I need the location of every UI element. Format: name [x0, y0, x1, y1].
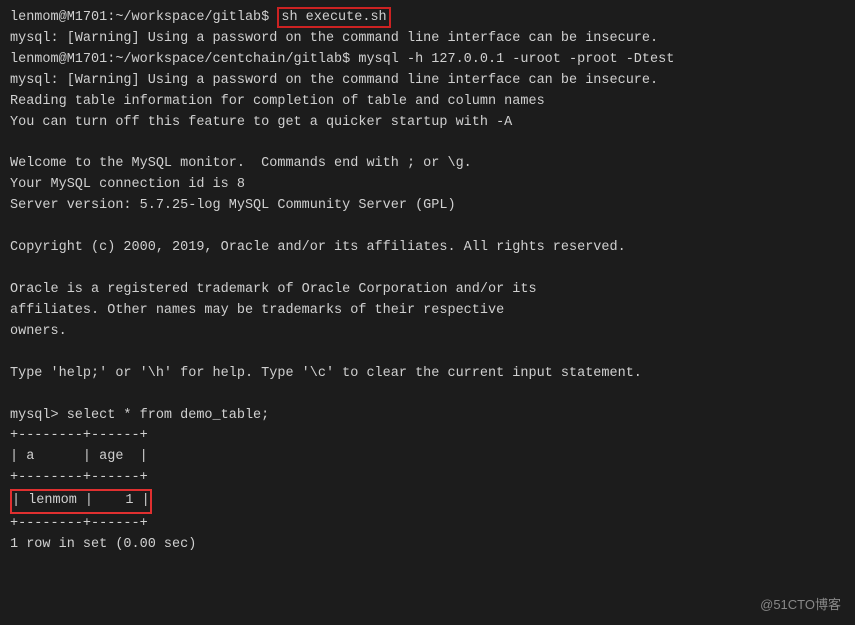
terminal-line-15: affiliates. Other names may be trademark… — [10, 301, 845, 322]
terminal-line-5: Reading table information for completion… — [10, 92, 845, 113]
terminal-line-10: Server version: 5.7.25-log MySQL Communi… — [10, 196, 845, 217]
terminal-line-25: +--------+------+ — [10, 514, 845, 535]
prompt-1: lenmom@M1701:~/workspace/gitlab$ — [10, 10, 277, 25]
terminal-line-12: Copyright (c) 2000, 2019, Oracle and/or … — [10, 238, 845, 259]
terminal-line-1: lenmom@M1701:~/workspace/gitlab$ sh exec… — [10, 8, 845, 29]
terminal-line-9: Your MySQL connection id is 8 — [10, 175, 845, 196]
terminal-line-11 — [10, 217, 845, 238]
terminal-line-14: Oracle is a registered trademark of Orac… — [10, 280, 845, 301]
terminal-line-13 — [10, 259, 845, 280]
terminal-line-22: | a | age | — [10, 447, 845, 468]
terminal-line-7 — [10, 134, 845, 155]
terminal-line-6: You can turn off this feature to get a q… — [10, 113, 845, 134]
command-execute-sh: sh execute.sh — [277, 7, 390, 28]
terminal-line-23: +--------+------+ — [10, 468, 845, 489]
terminal-line-18: Type 'help;' or '\h' for help. Type '\c'… — [10, 364, 845, 385]
terminal-window: lenmom@M1701:~/workspace/gitlab$ sh exec… — [0, 0, 855, 625]
terminal-line-16: owners. — [10, 322, 845, 343]
highlighted-data-row: | lenmom | 1 | — [10, 489, 152, 514]
terminal-line-20: mysql> select * from demo_table; — [10, 406, 845, 427]
terminal-line-26: 1 row in set (0.00 sec) — [10, 535, 845, 556]
terminal-line-3: lenmom@M1701:~/workspace/centchain/gitla… — [10, 50, 845, 71]
terminal-line-2: mysql: [Warning] Using a password on the… — [10, 29, 845, 50]
terminal-line-24: | lenmom | 1 | — [10, 489, 845, 514]
terminal-line-21: +--------+------+ — [10, 426, 845, 447]
terminal-line-19 — [10, 385, 845, 406]
terminal-line-4: mysql: [Warning] Using a password on the… — [10, 71, 845, 92]
terminal-line-17 — [10, 343, 845, 364]
terminal-line-8: Welcome to the MySQL monitor. Commands e… — [10, 154, 845, 175]
watermark: @51CTO博客 — [760, 594, 841, 613]
